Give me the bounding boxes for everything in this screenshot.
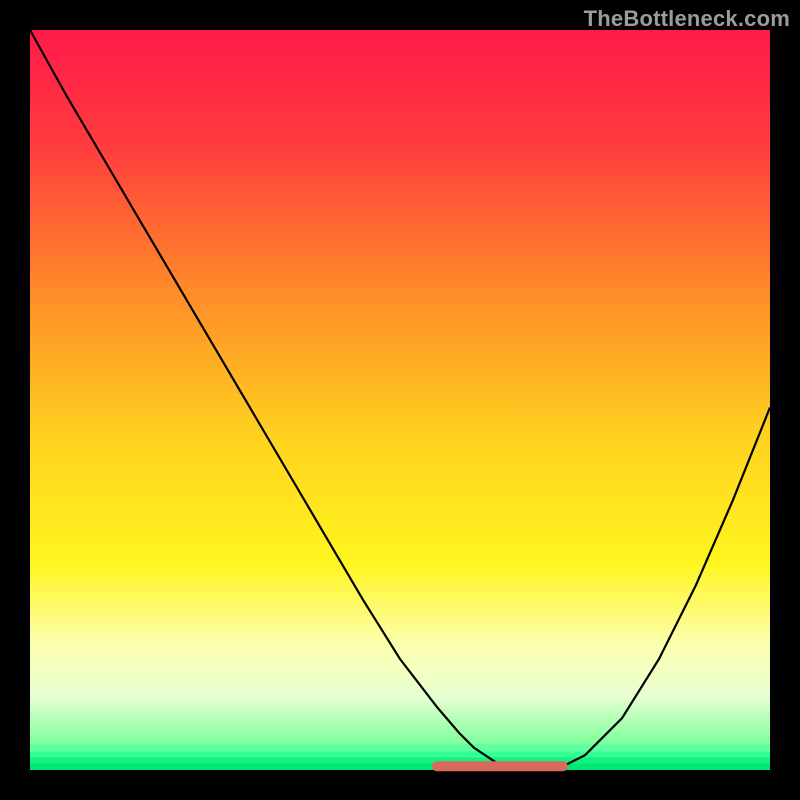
plot-green-bands (30, 744, 770, 770)
watermark-text: TheBottleneck.com (584, 6, 790, 32)
bottleneck-chart (0, 0, 800, 800)
chart-stage: TheBottleneck.com (0, 0, 800, 800)
